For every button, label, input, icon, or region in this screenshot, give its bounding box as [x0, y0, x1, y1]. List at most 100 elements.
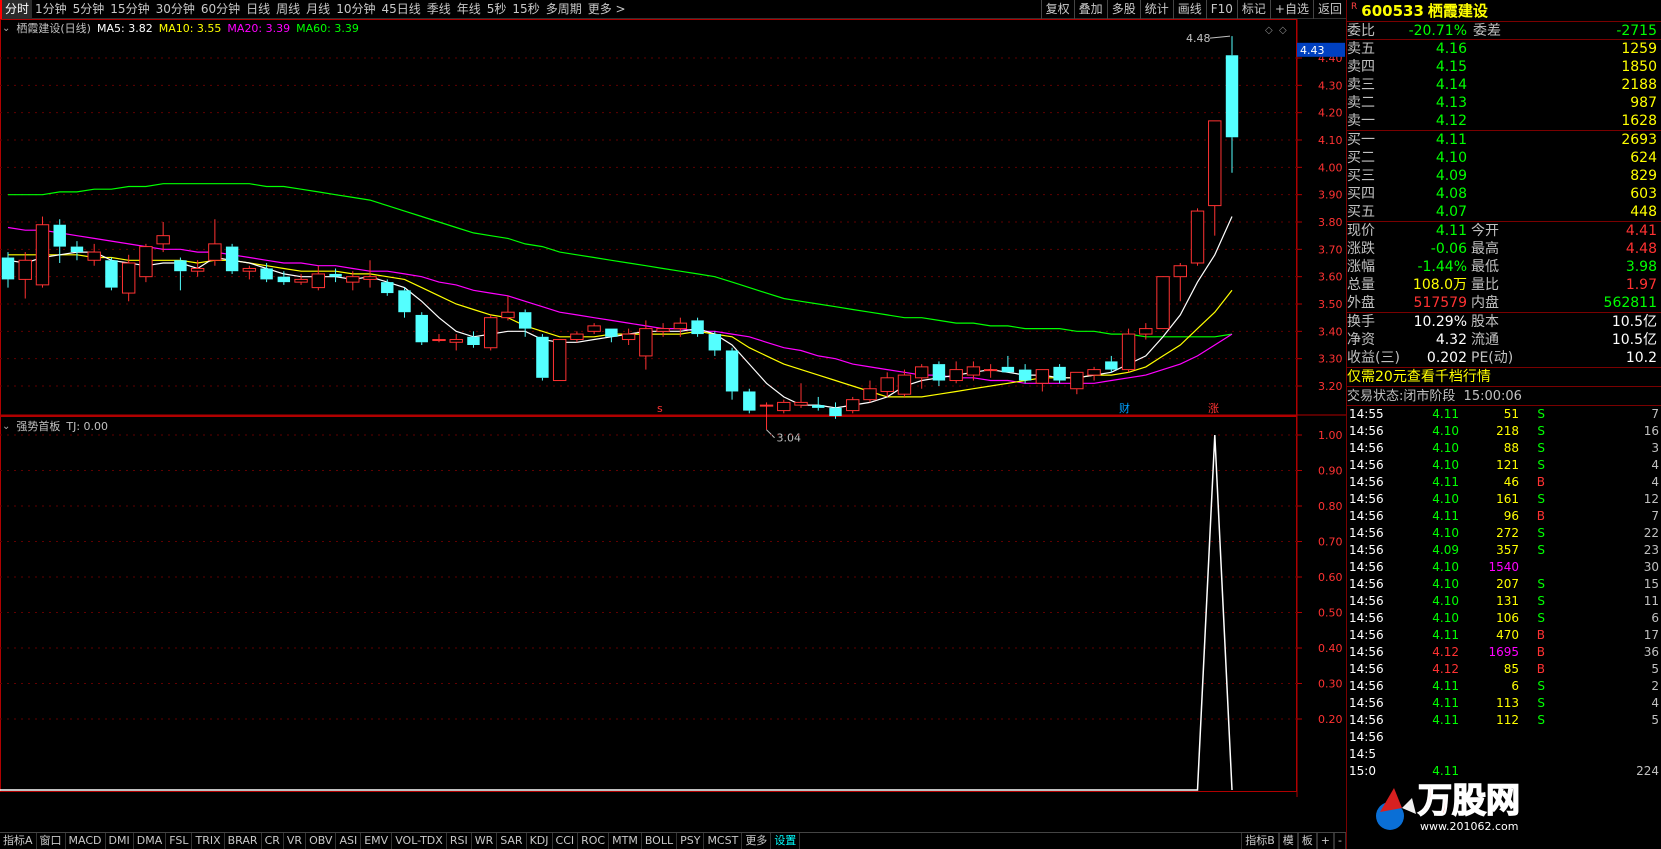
period-tab[interactable]: 季线 — [424, 0, 454, 19]
indicator-tab[interactable]: DMI — [106, 833, 134, 849]
period-tab[interactable]: 年线 — [454, 0, 484, 19]
indicator-tab[interactable]: 设置 — [771, 833, 801, 849]
toolbar-button[interactable]: 画线 — [1172, 0, 1206, 19]
toolbar-button[interactable]: +自选 — [1269, 0, 1313, 19]
period-tab[interactable]: 5秒 — [484, 0, 510, 19]
chevron-circle-icon[interactable]: ⌄ — [2, 23, 10, 34]
candle[interactable] — [1001, 355, 1015, 373]
candle[interactable] — [587, 323, 601, 335]
indicator-tab[interactable]: RSI — [447, 833, 472, 849]
kline-chart-area[interactable]: 4.40 4.30 4.20 4.10 4.00 3.90 3.80 3.70 3.60 3.50… — [0, 19, 1346, 797]
indicator-tab[interactable]: SAR — [497, 833, 527, 849]
indicator-b-button[interactable]: 指标B — [1241, 833, 1279, 849]
indicator-tab[interactable]: EMV — [361, 833, 393, 849]
indicator-tab[interactable]: FSL — [166, 833, 193, 849]
indicator-b-button[interactable]: 模 — [1278, 833, 1298, 849]
candle[interactable] — [863, 380, 877, 403]
period-tab[interactable]: 更多 > — [585, 0, 629, 19]
level2-ad-link[interactable]: 仅需20元查看千档行情 — [1347, 368, 1661, 387]
candle[interactable] — [932, 361, 946, 386]
candle[interactable] — [743, 388, 756, 414]
candle[interactable] — [570, 331, 584, 343]
candle[interactable] — [139, 243, 153, 283]
indicator-tab[interactable]: TRIX — [192, 833, 225, 849]
candle[interactable] — [381, 279, 394, 296]
diamond-icon[interactable]: ◇ — [1279, 25, 1287, 36]
toolbar-button[interactable]: 返回 — [1312, 0, 1346, 19]
period-tab[interactable]: 60分钟 — [198, 0, 243, 19]
candle[interactable] — [914, 364, 929, 389]
indicator-tab[interactable]: MCST — [704, 833, 743, 849]
diamond-icon[interactable]: ◇ — [1265, 25, 1273, 36]
candle[interactable] — [311, 265, 326, 291]
candle[interactable] — [449, 334, 463, 351]
indicator-tab[interactable]: 窗口 — [37, 833, 66, 849]
candle[interactable] — [1, 252, 15, 288]
candle[interactable] — [656, 323, 670, 337]
candle[interactable] — [1035, 369, 1050, 392]
tick-list[interactable]: 14:55 4.11 51 S 7 14:56 4.10 218 S 16 14:56 4.10 88 S… — [1347, 406, 1661, 780]
indicator-b-button[interactable]: 板 — [1297, 833, 1317, 849]
limit-up-marker[interactable]: 涨 — [1208, 402, 1219, 415]
toolbar-button[interactable]: 统计 — [1139, 0, 1173, 19]
candle[interactable] — [174, 257, 187, 291]
toolbar-button[interactable]: 标记 — [1236, 0, 1270, 19]
candle[interactable] — [708, 331, 722, 356]
indicator-b-button[interactable]: - — [1334, 833, 1346, 849]
candle[interactable] — [639, 320, 653, 370]
candle[interactable] — [329, 268, 342, 283]
toolbar-button[interactable]: 多股 — [1106, 0, 1140, 19]
indicator-tab[interactable]: MTM — [609, 833, 642, 849]
period-tab[interactable]: 周线 — [273, 0, 303, 19]
candle[interactable] — [87, 243, 101, 266]
candle[interactable] — [208, 219, 222, 266]
toolbar-button[interactable]: 叠加 — [1073, 0, 1107, 19]
candle[interactable] — [983, 364, 998, 378]
candle[interactable] — [105, 257, 118, 291]
candle[interactable] — [794, 383, 808, 408]
candle[interactable] — [53, 219, 66, 263]
toolbar-button[interactable]: 复权 — [1040, 0, 1074, 19]
period-tab[interactable]: 10分钟 — [333, 0, 378, 19]
period-tab[interactable]: 5分钟 — [70, 0, 108, 19]
candle[interactable] — [70, 241, 84, 261]
indicator-tab[interactable]: 更多 — [742, 833, 772, 849]
finance-marker[interactable]: 财 — [1119, 401, 1130, 415]
period-tab[interactable]: 月线 — [303, 0, 333, 19]
candle[interactable] — [1156, 276, 1170, 330]
indicator-tab[interactable]: WR — [472, 833, 498, 849]
indicator-b-button[interactable]: + — [1316, 833, 1335, 849]
candle[interactable] — [483, 314, 498, 351]
indicator-tab[interactable]: BOLL — [642, 833, 678, 849]
candle[interactable] — [156, 222, 170, 253]
candle[interactable] — [1053, 364, 1066, 384]
indicator-tab[interactable]: MACD — [66, 833, 106, 849]
indicator-tab[interactable]: ASI — [336, 833, 362, 849]
indicator-tab[interactable]: OBV — [306, 833, 337, 849]
candle[interactable] — [605, 328, 618, 343]
period-tab[interactable]: 30分钟 — [153, 0, 198, 19]
candle[interactable] — [880, 372, 894, 397]
indicator-tab[interactable]: VR — [284, 833, 307, 849]
candle[interactable] — [725, 347, 739, 400]
candle[interactable] — [1087, 366, 1101, 381]
period-tab[interactable]: 15秒 — [509, 0, 542, 19]
period-tab[interactable]: 15分钟 — [107, 0, 152, 19]
candle[interactable] — [467, 331, 480, 348]
indicator-tab[interactable]: BRAR — [225, 833, 262, 849]
candle[interactable] — [1018, 364, 1032, 384]
candle[interactable] — [536, 334, 549, 381]
period-tab[interactable]: 多周期 — [543, 0, 585, 19]
candle[interactable] — [225, 243, 239, 274]
candle[interactable] — [242, 265, 257, 280]
candle[interactable] — [277, 271, 291, 285]
indicator-tab[interactable]: ROC — [578, 833, 610, 849]
indicator-tab[interactable]: DMA — [134, 833, 167, 849]
candle[interactable] — [432, 334, 446, 343]
indicator-tab[interactable]: PSY — [677, 833, 705, 849]
toolbar-button[interactable]: F10 — [1205, 0, 1237, 19]
indicator-tab[interactable]: KDJ — [527, 833, 553, 849]
candle[interactable] — [897, 369, 912, 397]
candle[interactable] — [1121, 328, 1136, 373]
indicator-tab[interactable]: 指标A — [0, 833, 37, 849]
